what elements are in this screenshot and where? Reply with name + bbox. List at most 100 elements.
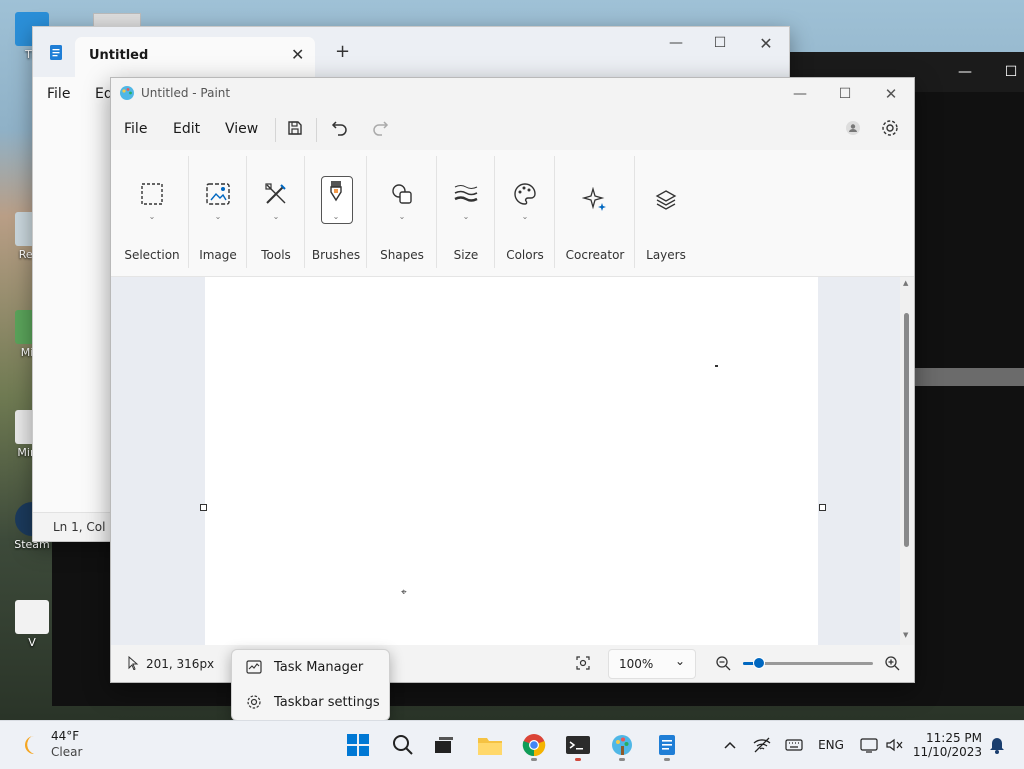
drawing-canvas[interactable]: ⌖ [205, 277, 818, 645]
save-icon[interactable] [286, 119, 304, 137]
chevron-down-icon: ⌄ [462, 212, 470, 221]
chevron-down-icon: ⌄ [398, 212, 406, 221]
running-indicator [619, 758, 625, 761]
notepad-tab-strip: Untitled ✕ + — ☐ ✕ [33, 27, 789, 77]
cursor-position-readout: 201, 316px [146, 657, 215, 671]
zoom-dropdown[interactable]: 100% ⌄ [608, 649, 696, 679]
redo-icon [373, 121, 389, 136]
canvas-resize-handle-right[interactable] [819, 504, 826, 511]
vertical-scrollbar[interactable]: ▲ ▼ [900, 277, 914, 645]
task-view-icon [435, 737, 453, 753]
maximize-button[interactable]: ☐ [988, 56, 1024, 88]
taskbar-app-notepad[interactable] [649, 727, 685, 763]
paint-titlebar: Untitled - Paint — ☐ ✕ [111, 78, 914, 110]
paint-app-icon [120, 86, 134, 100]
terminal-icon [566, 736, 590, 754]
menu-item-taskbar-settings[interactable]: Taskbar settings [232, 685, 389, 719]
notepad-menu-file[interactable]: File [47, 86, 70, 102]
zoom-in-icon[interactable] [884, 655, 900, 671]
paint-maximize-button[interactable]: ☐ [822, 78, 868, 110]
size-icon [452, 180, 480, 208]
windows-icon [347, 734, 369, 756]
volume-muted-icon[interactable] [884, 721, 904, 769]
paint-menu-file[interactable]: File [124, 121, 147, 137]
gear-icon [246, 694, 262, 710]
keyboard-icon[interactable] [783, 721, 805, 769]
paint-minimize-button[interactable]: — [777, 78, 823, 110]
pointer-icon [128, 656, 139, 670]
paint-menu-view[interactable]: View [225, 121, 258, 137]
task-view-button[interactable] [426, 727, 462, 763]
tools-icon [262, 180, 290, 208]
zoom-out-icon[interactable] [715, 655, 731, 671]
notification-bell-icon[interactable] [986, 721, 1008, 769]
taskbar-app-terminal[interactable] [560, 727, 596, 763]
input-language[interactable]: ENG [816, 721, 846, 769]
weather-widget[interactable]: 44°F Clear [16, 727, 96, 763]
paint-menu-edit[interactable]: Edit [173, 121, 200, 137]
taskbar-app-file-explorer[interactable] [472, 727, 508, 763]
desktop-icon-v[interactable]: V [12, 600, 52, 649]
ribbon-brushes[interactable]: ⌄ Brushes [305, 154, 367, 272]
notepad-maximize-button[interactable]: ☐ [697, 27, 743, 59]
ribbon-cocreator[interactable]: Cocreator [555, 154, 635, 272]
notepad-close-button[interactable]: ✕ [743, 27, 789, 59]
undo-icon[interactable] [331, 118, 349, 136]
taskbar-app-chrome[interactable] [516, 727, 552, 763]
ribbon-layers[interactable]: Layers [635, 154, 697, 272]
task-manager-icon [246, 660, 262, 674]
notepad-minimize-button[interactable]: — [653, 27, 699, 59]
document-icon [15, 600, 49, 634]
display-icon[interactable] [858, 721, 880, 769]
show-hidden-icons-chevron-up-icon[interactable] [720, 721, 740, 769]
search-button[interactable] [385, 727, 421, 763]
image-icon [204, 180, 232, 208]
close-tab-icon[interactable]: ✕ [291, 45, 304, 64]
scrollbar-thumb[interactable] [904, 313, 909, 547]
network-disconnected-icon[interactable] [750, 721, 774, 769]
sparkle-icon [581, 186, 609, 214]
scroll-up-icon[interactable]: ▲ [903, 279, 908, 287]
brush-icon [322, 178, 350, 206]
ribbon-shapes[interactable]: ⌄ Shapes [367, 154, 437, 272]
chevron-down-icon: ⌄ [675, 654, 686, 668]
paint-window: Untitled - Paint — ☐ ✕ File Edit View ⌄ … [110, 77, 915, 683]
ribbon-selection[interactable]: ⌄ Selection [115, 154, 189, 272]
menu-item-task-manager[interactable]: Task Manager [232, 650, 389, 684]
canvas-resize-handle-left[interactable] [200, 504, 207, 511]
ribbon-colors[interactable]: ⌄ Colors [495, 154, 555, 272]
layers-icon [652, 186, 680, 214]
fit-to-window-icon[interactable] [575, 655, 591, 671]
account-icon[interactable] [845, 120, 861, 136]
zoom-slider-thumb[interactable] [753, 657, 765, 669]
ribbon-size[interactable]: ⌄ Size [437, 154, 495, 272]
ribbon-tools[interactable]: ⌄ Tools [247, 154, 305, 272]
paint-close-button[interactable]: ✕ [868, 78, 914, 110]
notepad-tab-untitled[interactable]: Untitled ✕ [75, 37, 315, 77]
zoom-slider[interactable] [743, 657, 873, 669]
paint-icon [612, 735, 632, 755]
shapes-icon [388, 180, 416, 208]
taskbar-app-paint[interactable] [604, 727, 640, 763]
canvas-workspace: ⌖ ▲ ▼ [111, 277, 914, 645]
paint-ribbon: ⌄ Selection ⌄ Image ⌄ Tools ⌄ Brushes ⌄ … [111, 150, 914, 277]
running-indicator [575, 758, 581, 761]
ribbon-image[interactable]: ⌄ Image [189, 154, 247, 272]
canvas-stroke [715, 365, 718, 367]
chevron-down-icon: ⌄ [332, 212, 340, 221]
new-tab-button[interactable]: + [335, 41, 350, 62]
selection-icon [138, 180, 166, 208]
start-button[interactable] [340, 727, 376, 763]
settings-gear-icon[interactable] [880, 118, 900, 138]
search-icon [393, 735, 413, 755]
minimize-button[interactable]: — [942, 56, 988, 88]
paint-window-title: Untitled - Paint [141, 86, 231, 100]
running-indicator [531, 758, 537, 761]
taskbar: 44°F Clear ENG 11:25 PM 11/10/2023 [0, 720, 1024, 769]
paint-menubar: File Edit View [111, 110, 914, 150]
chevron-down-icon: ⌄ [272, 212, 280, 221]
crosshair-cursor-icon: ⌖ [401, 587, 407, 598]
notepad-icon [659, 735, 675, 755]
clock[interactable]: 11:25 PM 11/10/2023 [912, 721, 982, 769]
scroll-down-icon[interactable]: ▼ [903, 631, 908, 639]
